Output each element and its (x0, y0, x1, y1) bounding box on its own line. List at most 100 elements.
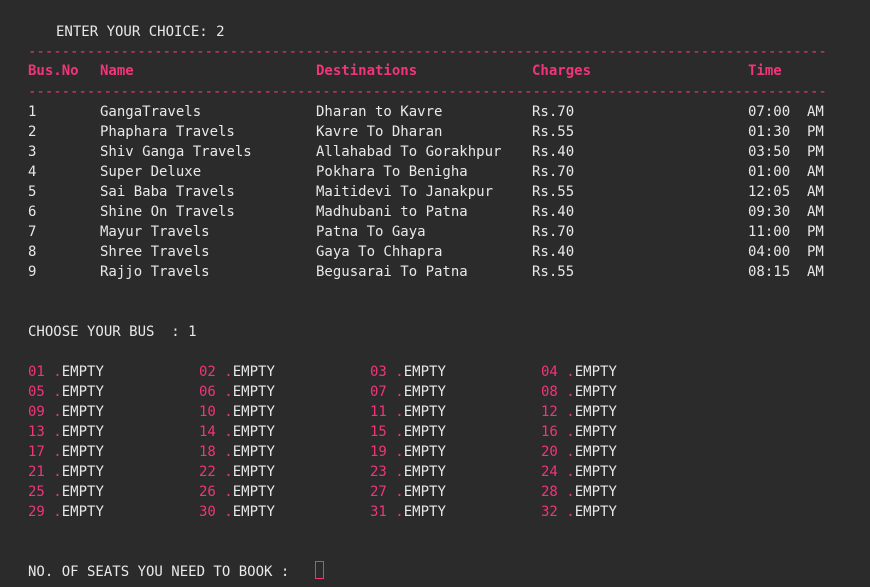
seat-status: EMPTY (403, 384, 446, 400)
seat-dot: . (566, 484, 575, 500)
seat-number: 12 (541, 404, 558, 420)
seat-status: EMPTY (574, 464, 617, 480)
seat-number: 27 (370, 484, 387, 500)
row-charge: Rs.55 (532, 124, 575, 140)
seat-item: 32 .EMPTY (541, 502, 617, 522)
row-time: 12:05 AM (748, 184, 824, 200)
row-destination: Patna To Gaya (316, 224, 426, 240)
seat-number: 19 (370, 444, 387, 460)
seat-status: EMPTY (232, 404, 275, 420)
seat-dot: . (53, 504, 62, 520)
seat-number: 23 (370, 464, 387, 480)
row-destination: Allahabad To Gorakhpur (316, 144, 502, 160)
seat-dot: . (224, 444, 233, 460)
seat-item: 29 .EMPTY (28, 502, 104, 522)
row-bus-no: 9 (28, 264, 37, 280)
seat-status: EMPTY (61, 404, 104, 420)
row-destination: Kavre To Dharan (316, 124, 443, 140)
seat-dot: . (395, 404, 404, 420)
seat-item: 09 .EMPTY (28, 402, 104, 422)
seat-number: 02 (199, 364, 216, 380)
seat-number: 08 (541, 384, 558, 400)
seat-item: 05 .EMPTY (28, 382, 104, 402)
seat-dot: . (53, 484, 62, 500)
seat-dot: . (224, 484, 233, 500)
seat-number: 21 (28, 464, 45, 480)
seat-dot: . (566, 364, 575, 380)
seat-number: 29 (28, 504, 45, 520)
row-charge: Rs.70 (532, 224, 575, 240)
seat-item: 15 .EMPTY (370, 422, 446, 442)
row-time: 08:15 AM (748, 264, 824, 280)
seat-item: 31 .EMPTY (370, 502, 446, 522)
seat-number: 31 (370, 504, 387, 520)
seat-item: 04 .EMPTY (541, 362, 617, 382)
seat-status: EMPTY (403, 444, 446, 460)
row-bus-no: 8 (28, 244, 37, 260)
header-charges: Charges (532, 63, 592, 79)
row-charge: Rs.70 (532, 104, 575, 120)
seat-status: EMPTY (61, 484, 104, 500)
seat-number: 04 (541, 364, 558, 380)
seat-status: EMPTY (232, 364, 275, 380)
seat-dot: . (53, 444, 62, 460)
row-bus-no: 4 (28, 164, 37, 180)
seat-dot: . (53, 384, 62, 400)
seat-status: EMPTY (403, 504, 446, 520)
separator-header: ----------------------------------------… (28, 84, 828, 100)
seat-dot: . (566, 504, 575, 520)
seat-number: 07 (370, 384, 387, 400)
seat-dot: . (53, 424, 62, 440)
seat-number: 20 (541, 444, 558, 460)
input-cursor[interactable] (315, 561, 324, 579)
seat-status: EMPTY (61, 384, 104, 400)
header-name: Name (100, 63, 134, 79)
header-destinations: Destinations (316, 63, 418, 79)
seat-number: 13 (28, 424, 45, 440)
seat-dot: . (224, 424, 233, 440)
seat-status: EMPTY (232, 484, 275, 500)
seat-dot: . (566, 404, 575, 420)
seat-item: 16 .EMPTY (541, 422, 617, 442)
seat-dot: . (53, 364, 62, 380)
seat-item: 21 .EMPTY (28, 462, 104, 482)
seat-number: 28 (541, 484, 558, 500)
seat-number: 16 (541, 424, 558, 440)
seat-dot: . (224, 464, 233, 480)
row-time: 11:00 PM (748, 224, 824, 240)
seat-dot: . (566, 384, 575, 400)
seat-number: 24 (541, 464, 558, 480)
seat-number: 11 (370, 404, 387, 420)
row-destination: Maitidevi To Janakpur (316, 184, 494, 200)
seats-prompt: NO. OF SEATS YOU NEED TO BOOK : (28, 564, 290, 580)
seat-status: EMPTY (61, 504, 104, 520)
row-name: Shree Travels (100, 244, 210, 260)
seat-status: EMPTY (574, 424, 617, 440)
row-bus-no: 6 (28, 204, 37, 220)
seat-status: EMPTY (61, 444, 104, 460)
seat-item: 03 .EMPTY (370, 362, 446, 382)
seat-dot: . (395, 424, 404, 440)
row-destination: Begusarai To Patna (316, 264, 468, 280)
seat-number: 05 (28, 384, 45, 400)
seat-item: 17 .EMPTY (28, 442, 104, 462)
seat-item: 25 .EMPTY (28, 482, 104, 502)
seat-status: EMPTY (574, 364, 617, 380)
seat-number: 18 (199, 444, 216, 460)
row-bus-no: 3 (28, 144, 37, 160)
seat-dot: . (395, 504, 404, 520)
seat-item: 11 .EMPTY (370, 402, 446, 422)
seat-dot: . (395, 484, 404, 500)
seat-status: EMPTY (403, 484, 446, 500)
row-name: Rajjo Travels (100, 264, 210, 280)
seat-dot: . (224, 364, 233, 380)
seat-status: EMPTY (574, 444, 617, 460)
row-time: 01:30 PM (748, 124, 824, 140)
row-time: 01:00 AM (748, 164, 824, 180)
row-name: GangaTravels (100, 104, 202, 120)
seat-status: EMPTY (232, 424, 275, 440)
seat-dot: . (566, 464, 575, 480)
row-destination: Dharan to Kavre (316, 104, 443, 120)
seat-status: EMPTY (403, 464, 446, 480)
seat-item: 12 .EMPTY (541, 402, 617, 422)
